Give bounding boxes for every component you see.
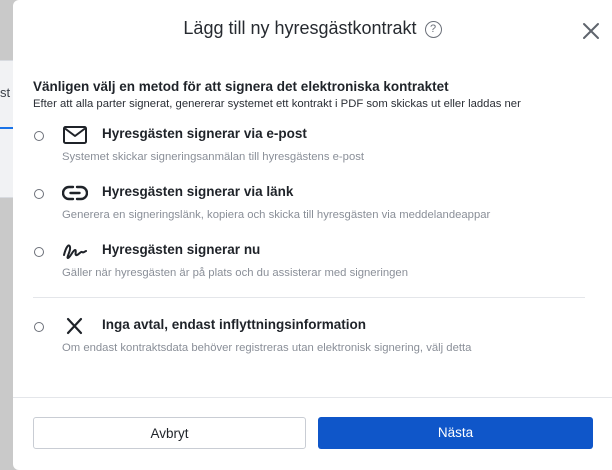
radio-sign-via-email[interactable] <box>34 131 44 141</box>
method-prompt: Vänligen välj en metod för att signera d… <box>33 79 449 94</box>
option-sign-via-email[interactable]: Hyresgästen signerar via e-post Systemet… <box>13 126 612 177</box>
options-divider <box>33 297 585 298</box>
option-description: Generera en signeringslänk, kopiera och … <box>62 209 491 221</box>
option-sign-now[interactable]: Hyresgästen signerar nu Gäller när hyres… <box>13 242 612 293</box>
dialog-title: Lägg till ny hyresgästkontrakt ? <box>13 18 612 39</box>
option-description: Gäller när hyresgästen är på plats och d… <box>62 267 408 279</box>
dialog-title-text: Lägg till ny hyresgästkontrakt <box>183 18 417 38</box>
cancel-button[interactable]: Avbryt <box>33 417 306 449</box>
signature-icon <box>63 244 87 259</box>
option-sign-via-link[interactable]: Hyresgästen signerar via länk Generera e… <box>13 184 612 235</box>
close-icon[interactable] <box>580 20 602 42</box>
x-icon <box>66 317 83 335</box>
radio-no-contract[interactable] <box>34 322 44 332</box>
option-label: Hyresgästen signerar nu <box>102 242 261 257</box>
option-no-contract[interactable]: Inga avtal, endast inflyttningsinformati… <box>13 317 612 368</box>
background-tab-strip: st - <box>0 60 18 198</box>
option-label: Inga avtal, endast inflyttningsinformati… <box>102 317 367 332</box>
option-description: Om endast kontraktsdata behöver registre… <box>62 342 472 354</box>
help-icon[interactable]: ? <box>424 21 442 38</box>
next-button[interactable]: Nästa <box>318 417 593 449</box>
option-label: Hyresgästen signerar via länk <box>102 184 294 199</box>
new-tenant-contract-dialog: Lägg till ny hyresgästkontrakt ? Vänlige… <box>13 0 612 470</box>
envelope-icon <box>63 126 87 144</box>
method-prompt-subtitle: Efter att alla parter signerat, generera… <box>33 98 521 110</box>
background-tab-underline <box>0 127 14 129</box>
radio-sign-now[interactable] <box>34 247 44 257</box>
footer-divider <box>13 397 612 398</box>
option-description: Systemet skickar signeringsanmälan till … <box>62 151 365 163</box>
radio-sign-via-link[interactable] <box>34 189 44 199</box>
link-icon <box>62 185 88 201</box>
option-label: Hyresgästen signerar via e-post <box>102 126 307 141</box>
